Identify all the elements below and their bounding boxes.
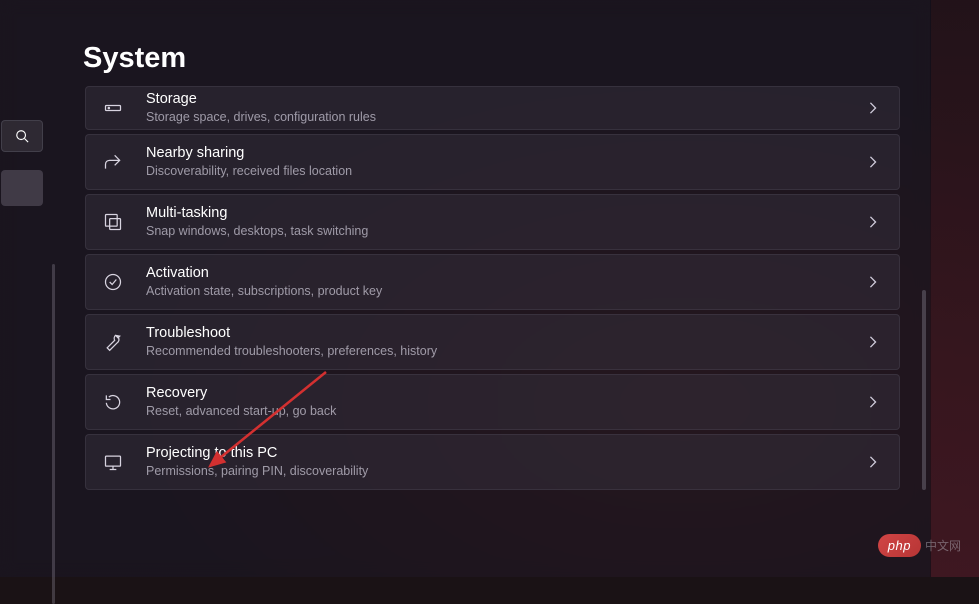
card-text: Activation Activation state, subscriptio… — [146, 264, 863, 300]
watermark-text: 中文网 — [925, 537, 961, 554]
card-storage[interactable]: Storage Storage space, drives, configura… — [85, 86, 900, 130]
chevron-right-icon — [863, 212, 883, 232]
activation-icon — [102, 271, 124, 293]
chevron-right-icon — [863, 452, 883, 472]
card-multitasking[interactable]: Multi-tasking Snap windows, desktops, ta… — [85, 194, 900, 250]
card-title: Storage — [146, 90, 863, 109]
desktop-edge — [931, 0, 979, 577]
card-title: Projecting to this PC — [146, 444, 863, 463]
chevron-right-icon — [863, 272, 883, 292]
card-title: Troubleshoot — [146, 324, 863, 343]
card-text: Troubleshoot Recommended troubleshooters… — [146, 324, 863, 360]
watermark-badge: php — [878, 534, 921, 557]
search-button[interactable] — [1, 120, 43, 152]
card-text: Multi-tasking Snap windows, desktops, ta… — [146, 204, 863, 240]
multitask-icon — [102, 211, 124, 233]
card-text: Storage Storage space, drives, configura… — [146, 90, 863, 126]
troubleshoot-icon — [102, 331, 124, 353]
search-icon — [15, 129, 29, 143]
card-title: Multi-tasking — [146, 204, 863, 223]
sidebar-item-system[interactable] — [1, 170, 43, 206]
card-desc: Reset, advanced start-up, go back — [146, 403, 863, 421]
card-projecting[interactable]: Projecting to this PC Permissions, pairi… — [85, 434, 900, 490]
card-text: Recovery Reset, advanced start-up, go ba… — [146, 384, 863, 420]
card-title: Nearby sharing — [146, 144, 863, 163]
card-desc: Snap windows, desktops, task switching — [146, 223, 863, 241]
chevron-right-icon — [863, 332, 883, 352]
card-desc: Discoverability, received files location — [146, 163, 863, 181]
share-icon — [102, 151, 124, 173]
scrollbar[interactable] — [922, 290, 926, 490]
card-title: Recovery — [146, 384, 863, 403]
card-desc: Storage space, drives, configuration rul… — [146, 109, 863, 127]
card-text: Nearby sharing Discoverability, received… — [146, 144, 863, 180]
card-text: Projecting to this PC Permissions, pairi… — [146, 444, 863, 480]
chevron-right-icon — [863, 152, 883, 172]
card-troubleshoot[interactable]: Troubleshoot Recommended troubleshooters… — [85, 314, 900, 370]
settings-window: System Storage Storage space, drives, co… — [0, 0, 930, 577]
chevron-right-icon — [863, 392, 883, 412]
card-desc: Recommended troubleshooters, preferences… — [146, 343, 863, 361]
recovery-icon — [102, 391, 124, 413]
card-activation[interactable]: Activation Activation state, subscriptio… — [85, 254, 900, 310]
page-title: System — [83, 42, 186, 75]
card-desc: Activation state, subscriptions, product… — [146, 283, 863, 301]
card-desc: Permissions, pairing PIN, discoverabilit… — [146, 463, 863, 481]
card-nearby-sharing[interactable]: Nearby sharing Discoverability, received… — [85, 134, 900, 190]
storage-icon — [102, 97, 124, 119]
sidebar — [0, 120, 46, 577]
content-list: Storage Storage space, drives, configura… — [85, 86, 900, 494]
chevron-right-icon — [863, 98, 883, 118]
projecting-icon — [102, 451, 124, 473]
card-title: Activation — [146, 264, 863, 283]
watermark: php 中文网 — [878, 534, 961, 557]
card-recovery[interactable]: Recovery Reset, advanced start-up, go ba… — [85, 374, 900, 430]
sidebar-indicator — [52, 120, 55, 380]
